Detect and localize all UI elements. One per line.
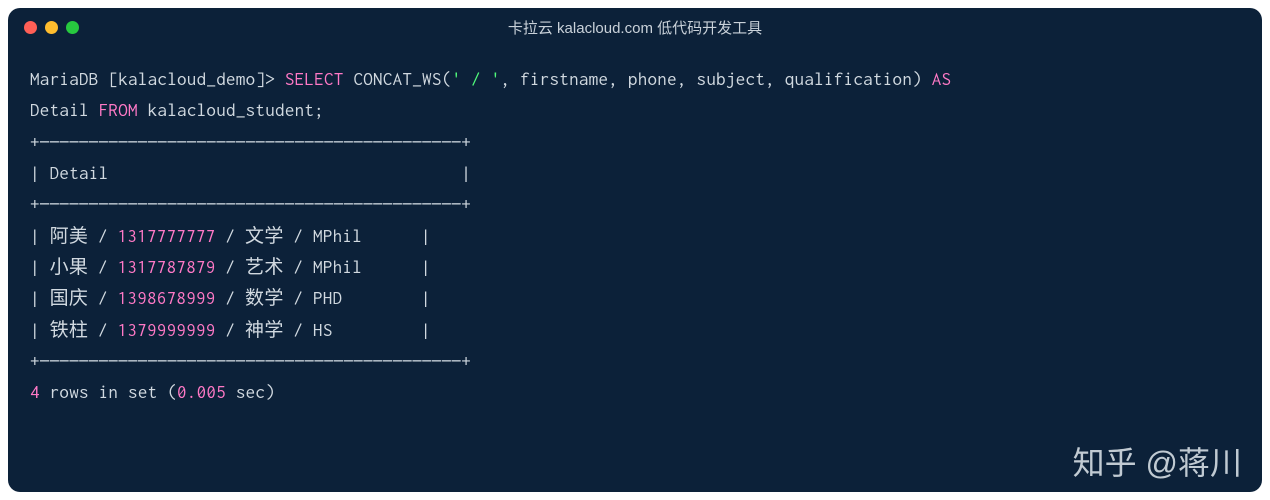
arg-firstname: firstname [520, 69, 608, 89]
summary-end: sec) [226, 382, 275, 402]
table-border-top: +———————————————————————————————————————… [30, 127, 1240, 158]
table-row: | 国庆 / 1398678999 / 数学 / PHD | [30, 283, 1240, 314]
maximize-icon[interactable] [66, 21, 79, 34]
comma: , [677, 69, 697, 89]
row-suffix: / 神学 / HS | [216, 320, 431, 340]
comma: , [608, 69, 628, 89]
keyword-as: AS [922, 69, 951, 89]
window-title: 卡拉云 kalacloud.com 低代码开发工具 [508, 17, 762, 38]
row-prefix: | 铁柱 / [30, 320, 118, 340]
row-prefix: | 国庆 / [30, 288, 118, 308]
row-suffix: / 艺术 / MPhil | [216, 257, 431, 277]
row-prefix: | 阿美 / [30, 226, 118, 246]
table-row: | 铁柱 / 1379999999 / 神学 / HS | [30, 315, 1240, 346]
row-phone-number: 1398678999 [118, 288, 216, 308]
row-phone-number: 1317787879 [118, 257, 216, 277]
row-phone-number: 1317777777 [118, 226, 216, 246]
arg-subject: subject [697, 69, 766, 89]
table-header: | Detail | [30, 158, 1240, 189]
table-border-mid: +———————————————————————————————————————… [30, 189, 1240, 220]
traffic-lights [24, 21, 79, 34]
function-name: CONCAT_WS [353, 69, 441, 89]
table-border-bottom: +———————————————————————————————————————… [30, 346, 1240, 377]
row-prefix: | 小果 / [30, 257, 118, 277]
comma: , [500, 69, 520, 89]
row-phone-number: 1379999999 [118, 320, 216, 340]
title-bar: 卡拉云 kalacloud.com 低代码开发工具 [8, 8, 1262, 46]
terminal-content: MariaDB [kalacloud_demo]> SELECT CONCAT_… [8, 46, 1262, 427]
summary-text: rows in set ( [40, 382, 177, 402]
row-suffix: / 数学 / PHD | [216, 288, 431, 308]
arg-qualification: qualification [785, 69, 912, 89]
sql-query-line: MariaDB [kalacloud_demo]> SELECT CONCAT_… [30, 64, 1240, 127]
table-row: | 小果 / 1317787879 / 艺术 / MPhil | [30, 252, 1240, 283]
row-count: 4 [30, 382, 40, 402]
table-name: kalacloud_student; [138, 100, 324, 120]
table-rows: | 阿美 / 1317777777 / 文学 / MPhil || 小果 / 1… [30, 221, 1240, 346]
keyword-select: SELECT [285, 69, 344, 89]
row-suffix: / 文学 / MPhil | [216, 226, 431, 246]
query-time: 0.005 [177, 382, 226, 402]
db-prompt: MariaDB [kalacloud_demo]> [30, 69, 285, 89]
arg-phone: phone [628, 69, 677, 89]
rparen: ) [912, 69, 922, 89]
result-summary: 4 rows in set (0.005 sec) [30, 377, 1240, 408]
comma: , [765, 69, 785, 89]
terminal-window: 卡拉云 kalacloud.com 低代码开发工具 MariaDB [kalac… [8, 8, 1262, 492]
lparen: ( [442, 69, 452, 89]
alias-name: Detail [30, 100, 89, 120]
table-row: | 阿美 / 1317777777 / 文学 / MPhil | [30, 221, 1240, 252]
string-separator: ' / ' [451, 69, 500, 89]
minimize-icon[interactable] [45, 21, 58, 34]
keyword-from: FROM [89, 100, 138, 120]
watermark: 知乎 @蒋川 [1073, 438, 1242, 484]
close-icon[interactable] [24, 21, 37, 34]
